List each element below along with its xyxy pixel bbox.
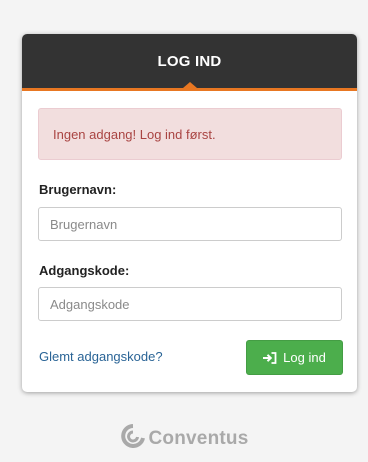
error-alert: Ingen adgang! Log ind først. (38, 108, 342, 160)
login-title: LOG IND (157, 52, 222, 70)
login-header: LOG IND (22, 34, 357, 91)
brand-name: Conventus (148, 427, 249, 449)
password-label: Adgangskode: (39, 263, 130, 278)
username-input[interactable] (38, 207, 342, 241)
username-label: Brugernavn: (39, 182, 117, 197)
login-button-label: Log ind (283, 350, 326, 365)
brand-logo: Conventus (0, 424, 368, 453)
password-input[interactable] (38, 287, 342, 321)
login-button[interactable]: Log ind (246, 340, 343, 375)
header-notch (182, 82, 197, 88)
alert-message: Ingen adgang! Log ind først. (53, 126, 216, 142)
sign-in-icon (263, 351, 277, 364)
login-card: LOG IND Ingen adgang! Log ind først. Bru… (22, 34, 357, 392)
forgot-password-link[interactable]: Glemt adgangskode? (39, 349, 163, 364)
conventus-logo-icon (120, 424, 146, 453)
